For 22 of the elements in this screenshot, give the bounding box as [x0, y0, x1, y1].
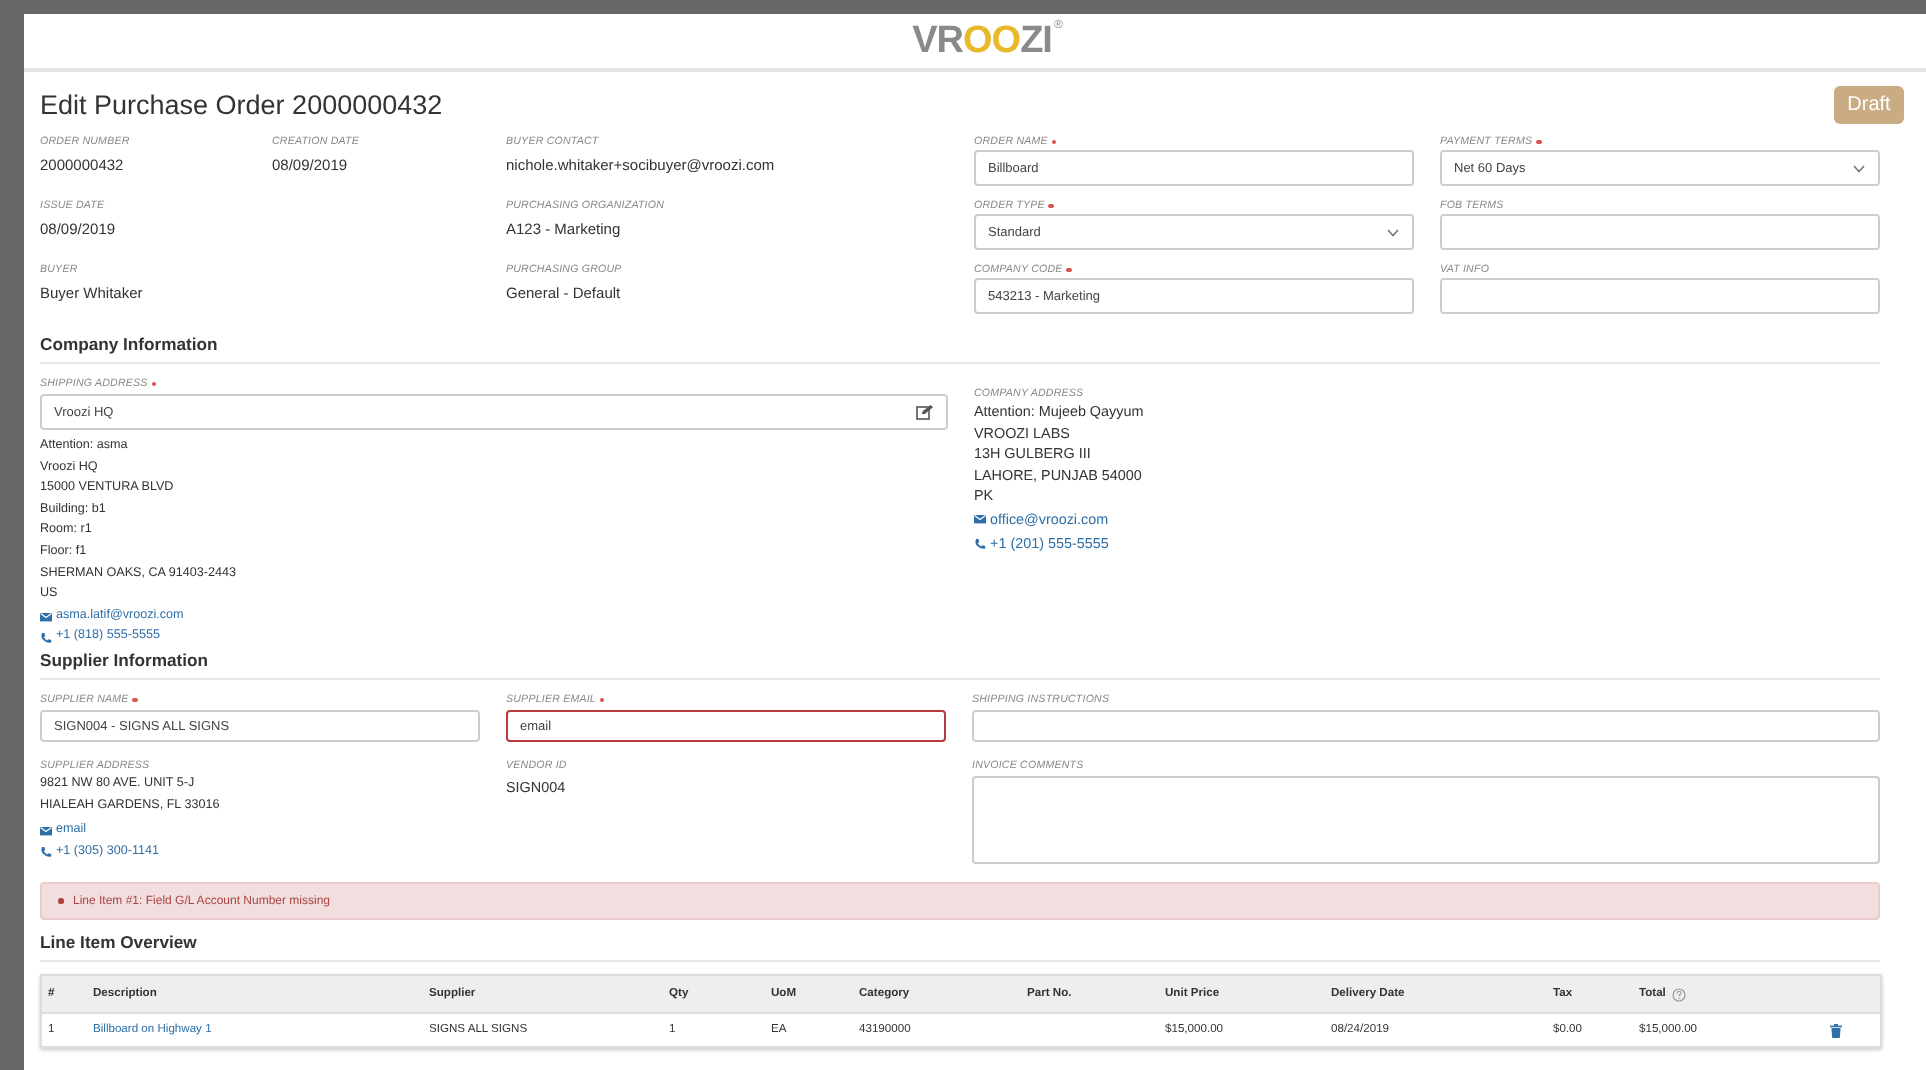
phone-icon — [40, 846, 52, 859]
page-title: Edit Purchase Order 2000000432 — [40, 90, 443, 120]
edit-icon[interactable] — [916, 404, 934, 420]
trash-icon — [1829, 1023, 1841, 1037]
phone-icon — [40, 631, 52, 644]
text-field[interactable] — [972, 710, 1880, 742]
comments-box[interactable] — [972, 776, 1880, 864]
help-icon[interactable] — [1671, 987, 1686, 1001]
logo: VROOZI$^{®}$ — [912, 19, 1062, 63]
section-heading: Line Item Overview — [40, 932, 197, 952]
bullet-icon — [58, 898, 63, 904]
section-heading: Supplier Information — [40, 650, 209, 670]
envelope-icon — [40, 825, 52, 836]
text-field[interactable] — [1440, 214, 1880, 250]
delete-button[interactable] — [1829, 1023, 1841, 1037]
chevron-down-icon[interactable] — [1386, 227, 1400, 237]
envelope-icon — [40, 611, 52, 622]
phone-icon — [974, 537, 986, 549]
envelope-icon — [974, 514, 986, 524]
section-heading: Company Information — [40, 334, 218, 354]
chevron-down-icon[interactable] — [1852, 163, 1866, 173]
text-field[interactable] — [1440, 278, 1880, 314]
